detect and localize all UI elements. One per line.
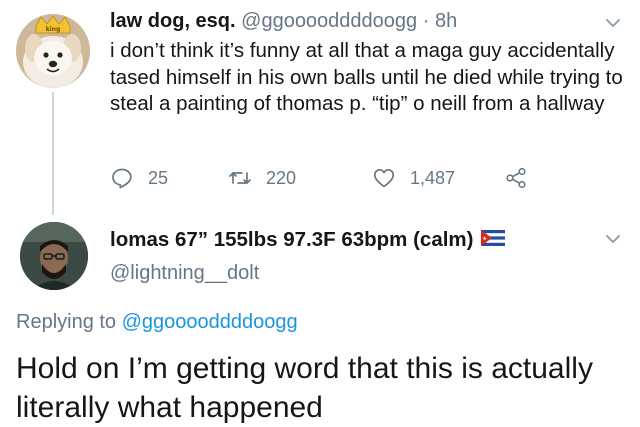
share-icon (506, 167, 526, 189)
tweet-header: law dog, esq. @ggooooddddoogg · 8h (110, 8, 457, 34)
replying-to: Replying to @ggooooddddoogg (16, 311, 298, 334)
avatar[interactable] (20, 222, 88, 290)
reply-icon (112, 168, 132, 189)
tweet-time[interactable]: 8h (435, 10, 457, 32)
replying-to-mention[interactable]: @ggooooddddoogg (122, 311, 298, 333)
tweet-text: i don’t think it’s funny at all that a m… (110, 39, 623, 115)
tweet-actions: 25 220 1,487 (110, 166, 550, 192)
author-name[interactable]: law dog, esq. (110, 10, 236, 32)
reply-author-handle[interactable]: @lightning__dolt (110, 262, 259, 285)
replying-prefix: Replying to (16, 311, 117, 333)
cuba-flag-icon (481, 228, 506, 252)
meta-separator: · (422, 10, 430, 32)
author-handle[interactable]: @ggooooddddoogg (241, 10, 417, 32)
like-button[interactable]: 1,487 (372, 166, 455, 190)
retweet-button[interactable]: 220 (228, 166, 296, 190)
reply-text: Hold on I’m getting word that this is ac… (16, 352, 593, 424)
chevron-down-icon[interactable] (602, 12, 624, 34)
reply-count: 25 (148, 167, 169, 188)
chevron-down-icon[interactable] (602, 228, 624, 250)
dog-avatar-image: king (16, 14, 90, 88)
man-avatar-image (20, 222, 88, 290)
reply-button[interactable]: 25 (110, 166, 168, 190)
original-tweet: king law dog, esq. @ggooooddddoogg · 8h … (0, 0, 640, 215)
share-button[interactable] (504, 166, 542, 190)
svg-text:king: king (46, 26, 61, 33)
like-count: 1,487 (410, 167, 456, 188)
retweet-count: 220 (266, 167, 297, 188)
reply-author-name[interactable]: lomas 67” 155lbs 97.3F 63bpm (calm) (110, 228, 506, 252)
thread-line (52, 92, 54, 215)
retweet-icon (229, 172, 251, 184)
reply-author-name-text[interactable]: lomas 67” 155lbs 97.3F 63bpm (calm) (110, 228, 473, 252)
avatar[interactable]: king (16, 14, 90, 88)
heart-icon (373, 168, 395, 188)
